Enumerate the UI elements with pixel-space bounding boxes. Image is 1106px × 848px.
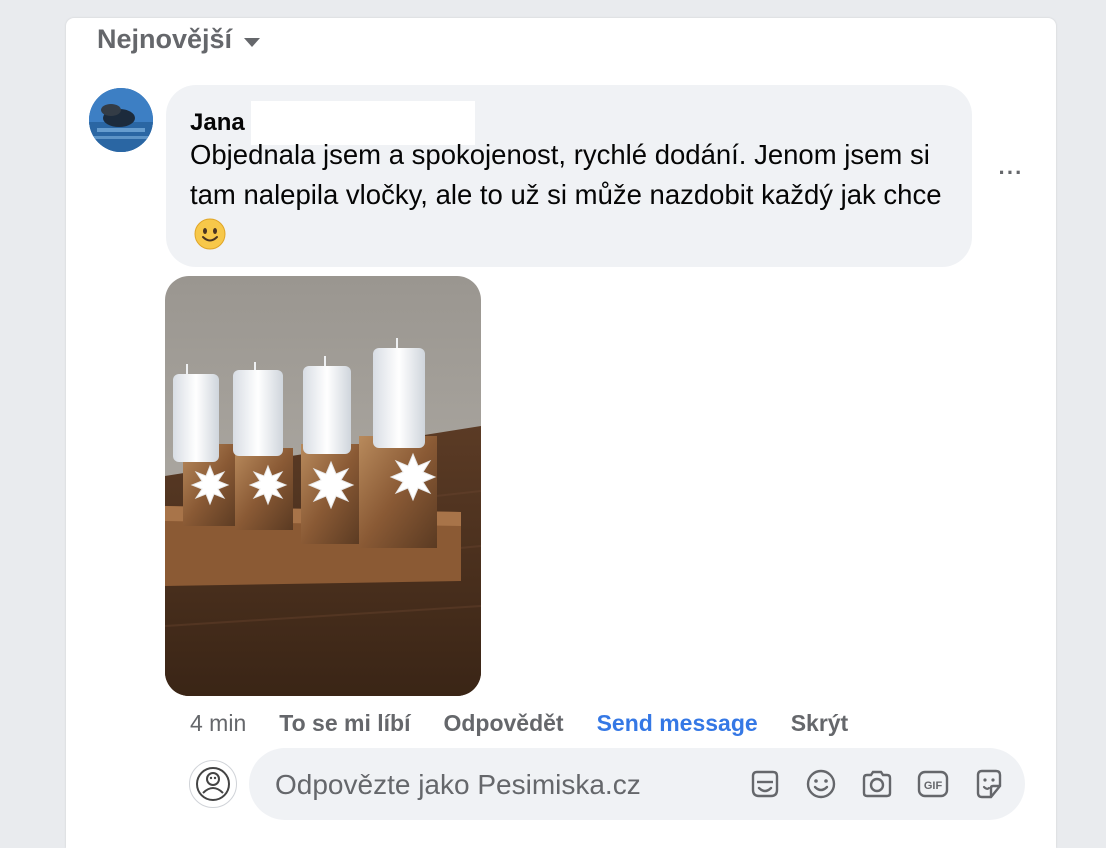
camera-icon[interactable] — [859, 766, 895, 802]
gif-icon[interactable]: GIF — [915, 766, 951, 802]
comment-attached-photo[interactable] — [165, 276, 481, 696]
advent-candles-image — [165, 276, 481, 696]
pesimiska-logo-icon — [196, 767, 230, 801]
comment-actions: 4 min To se mi líbí Odpovědět Send messa… — [190, 708, 881, 738]
comment-text-block: Objednala jsem a spokojenost, rychlé dod… — [190, 135, 950, 255]
caret-down-icon — [244, 37, 261, 47]
comment-timestamp[interactable]: 4 min — [190, 710, 246, 737]
reply-composer: GIF — [249, 748, 1025, 822]
more-options-icon[interactable]: ··· — [993, 160, 1029, 192]
send-message-button[interactable]: Send message — [597, 710, 758, 737]
sort-dropdown[interactable]: Nejnovější — [97, 24, 261, 55]
sort-label: Nejnovější — [97, 24, 233, 54]
comment-text: Objednala jsem a spokojenost, rychlé dod… — [190, 139, 942, 210]
comment-author[interactable]: Jana — [190, 109, 245, 137]
page-avatar[interactable] — [189, 760, 237, 808]
reply-input[interactable] — [273, 748, 737, 822]
sticker-icon[interactable] — [747, 766, 783, 802]
reply-button[interactable]: Odpovědět — [443, 710, 563, 737]
emoji-icon[interactable] — [803, 766, 839, 802]
hide-button[interactable]: Skrýt — [791, 710, 849, 737]
comment-bubble: Jana Objednala jsem a spokojenost, rychl… — [166, 85, 972, 267]
avatar-photo — [89, 88, 153, 152]
smile-emoji-icon — [194, 218, 226, 250]
avatar-sticker-icon[interactable] — [971, 766, 1007, 802]
gif-label: GIF — [924, 780, 943, 792]
commenter-avatar[interactable] — [89, 88, 153, 152]
like-button[interactable]: To se mi líbí — [279, 710, 410, 737]
